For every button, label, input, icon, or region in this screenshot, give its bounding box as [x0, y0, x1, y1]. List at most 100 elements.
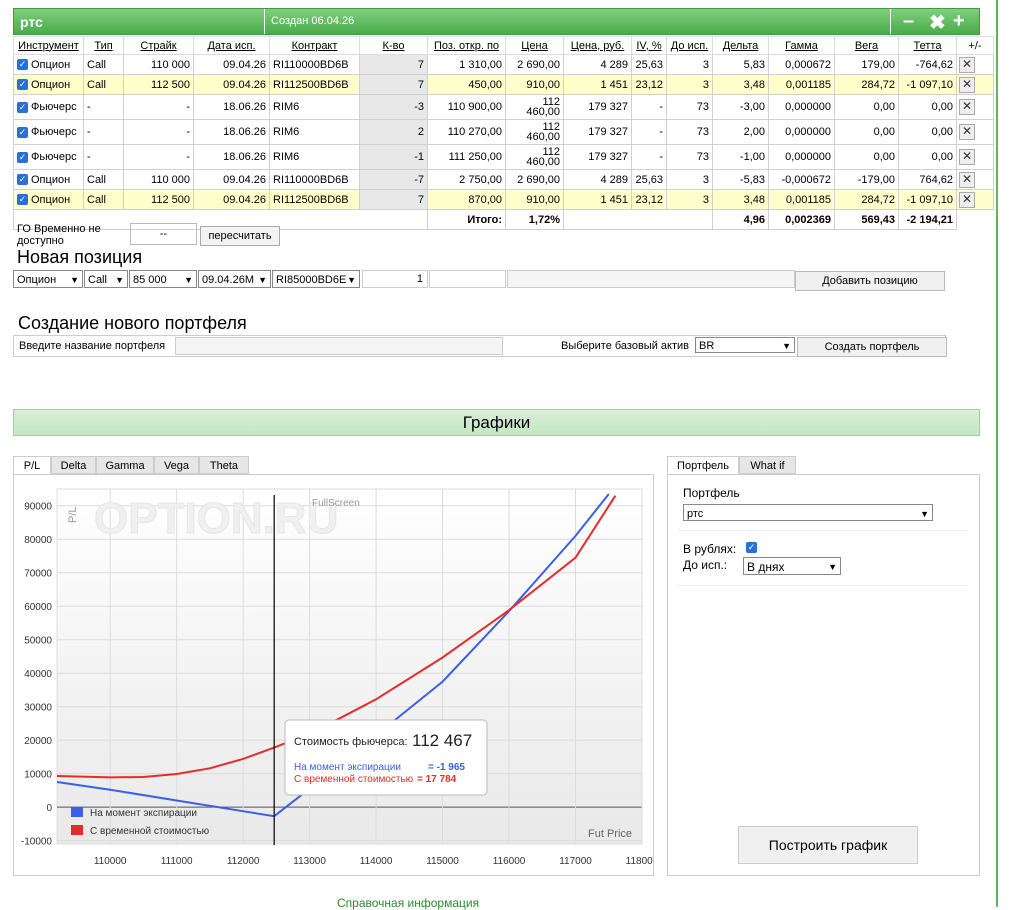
cell-open-price: 870,00 [427, 189, 506, 210]
cell-price-rub: 179 327 [563, 94, 632, 120]
tab-delta[interactable]: Delta [51, 456, 96, 474]
cell-vega: 284,72 [834, 74, 899, 95]
portfolio-name: ртс [20, 14, 43, 30]
cell-strike: 112 500 [123, 189, 194, 210]
cell-date: 18.06.26 [193, 144, 270, 170]
tab-vega[interactable]: Vega [154, 456, 199, 474]
cell-iv: 23,12 [631, 189, 667, 210]
column-header[interactable]: Вега [834, 36, 899, 55]
cell-remove: ✕ [956, 169, 994, 190]
column-header[interactable]: Гамма [768, 36, 835, 55]
y-tick-label: 10000 [24, 770, 52, 781]
tab-pl[interactable]: P/L [13, 456, 51, 474]
column-header[interactable]: Поз. откр. по [427, 36, 506, 55]
row-checkbox[interactable]: ✓ [17, 79, 28, 91]
column-header[interactable]: До исп. [666, 36, 713, 55]
rub-checkbox[interactable]: ✓ [746, 542, 757, 553]
cell-instrument: ✓ Фьючерс [13, 94, 84, 120]
pl-chart[interactable]: OPTION.RU FullScreen P/L Fut Price 90000… [14, 475, 653, 875]
column-header[interactable]: Контракт [269, 36, 360, 55]
cell-quantity: -1 [359, 144, 428, 170]
positions-table: Инструмент Тип Страйк Дата исп. Контракт К-во… [13, 36, 994, 230]
tab-what-if[interactable]: What if [739, 456, 796, 474]
add-position-button[interactable]: Добавить позицию [795, 271, 945, 291]
instrument-label: Фьючерс [31, 101, 77, 113]
cell-vega: 0,00 [834, 94, 899, 120]
cell-delta: 2,00 [712, 119, 769, 145]
row-checkbox[interactable]: ✓ [17, 194, 28, 206]
remove-row-icon[interactable]: ✕ [959, 124, 975, 140]
column-header[interactable]: Тип [83, 36, 124, 55]
cell-open-price: 2 750,00 [427, 169, 506, 190]
cell-contract: RI112500BD6B [269, 74, 360, 95]
cell-date: 18.06.26 [193, 119, 270, 145]
instrument-label: Опцион [31, 173, 71, 186]
cell-price: 112 460,00 [505, 94, 564, 120]
remove-row-icon[interactable]: ✕ [959, 191, 975, 208]
fullscreen-link[interactable]: FullScreen [312, 498, 360, 509]
open-price-input[interactable] [429, 270, 506, 288]
column-header[interactable]: К-во [359, 36, 428, 55]
tooltip-time-value-label: С временной стоимостью [294, 774, 414, 785]
cell-strike: - [123, 144, 194, 170]
date-select[interactable]: 09.04.26M ▼ [198, 270, 271, 288]
instrument-select[interactable]: Опцион ▼ [13, 270, 83, 288]
cell-open-price: 450,00 [427, 74, 506, 95]
cell-vega: 284,72 [834, 189, 899, 210]
column-header[interactable]: Тетта [898, 36, 957, 55]
cell-instrument: ✓ Фьючерс [13, 144, 84, 170]
cell-iv: 25,63 [631, 169, 667, 190]
close-icon[interactable]: ✖ [929, 10, 946, 35]
row-checkbox[interactable]: ✓ [17, 59, 28, 71]
cell-price-rub: 4 289 [563, 54, 632, 75]
tab-gamma[interactable]: Gamma [96, 456, 154, 474]
column-header[interactable]: Цена [505, 36, 564, 55]
tab-theta[interactable]: Theta [199, 456, 249, 474]
row-checkbox[interactable]: ✓ [17, 151, 28, 163]
column-header[interactable]: Дата исп. [193, 36, 270, 55]
cell-days: 73 [666, 94, 713, 120]
column-header[interactable]: Страйк [123, 36, 194, 55]
cell-type: Call [83, 54, 124, 75]
cell-theta: 0,00 [898, 119, 957, 145]
remove-row-icon[interactable]: ✕ [959, 149, 975, 165]
portfolio-select[interactable]: ртс ▼ [683, 504, 933, 521]
reference-info-link[interactable]: Справочная информация [337, 896, 479, 910]
minimize-icon[interactable]: – [903, 10, 914, 33]
price-wrapped: 112 460,00 [526, 96, 560, 117]
remove-row-icon[interactable]: ✕ [959, 171, 975, 188]
column-header: +/- [956, 36, 994, 55]
remove-row-icon[interactable]: ✕ [959, 99, 975, 115]
base-asset-select[interactable]: BR ▼ [695, 337, 795, 353]
column-header[interactable]: Цена, руб. [563, 36, 632, 55]
row-checkbox[interactable]: ✓ [17, 174, 28, 186]
remove-row-icon[interactable]: ✕ [959, 76, 975, 93]
tab-portfolio[interactable]: Портфель [667, 456, 739, 474]
chart-settings-panel: Портфель ртс ▼ В рублях: ✓ До исп.: В дня… [667, 474, 980, 876]
column-header[interactable]: Дельта [712, 36, 769, 55]
expiration-unit-select[interactable]: В днях ▼ [743, 557, 841, 575]
build-chart-button[interactable]: Построить график [738, 826, 918, 864]
quantity-input[interactable]: 1 [362, 270, 428, 288]
column-header[interactable]: Инструмент [13, 36, 84, 55]
remove-row-icon[interactable]: ✕ [959, 56, 975, 73]
cell-strike: 112 500 [123, 74, 194, 95]
row-checkbox[interactable]: ✓ [17, 126, 28, 138]
type-select[interactable]: Call ▼ [84, 270, 128, 288]
table-row: ✓ Опцион Call 110 000 09.04.26 RI110000BD6B -7… [13, 169, 994, 190]
add-icon[interactable]: + [953, 10, 965, 33]
portfolio-name-input[interactable] [175, 337, 503, 355]
cell-remove: ✕ [956, 54, 994, 75]
contract-select[interactable]: RI85000BD6E ▼ [272, 270, 360, 288]
strike-select[interactable]: 85 000 ▼ [129, 270, 197, 288]
page-right-border [996, 0, 998, 907]
cell-delta: -5,83 [712, 169, 769, 190]
row-checkbox[interactable]: ✓ [17, 101, 28, 113]
rub-label: В рублях: [683, 542, 737, 556]
go-label: ГО Временно не доступно [17, 223, 101, 247]
recalculate-button[interactable]: пересчитать [200, 226, 280, 246]
price-wrapped: 112 460,00 [526, 121, 560, 142]
column-header[interactable]: IV, % [631, 36, 667, 55]
create-portfolio-button[interactable]: Создать портфель [797, 337, 947, 357]
cell-open-price: 110 900,00 [427, 94, 506, 120]
